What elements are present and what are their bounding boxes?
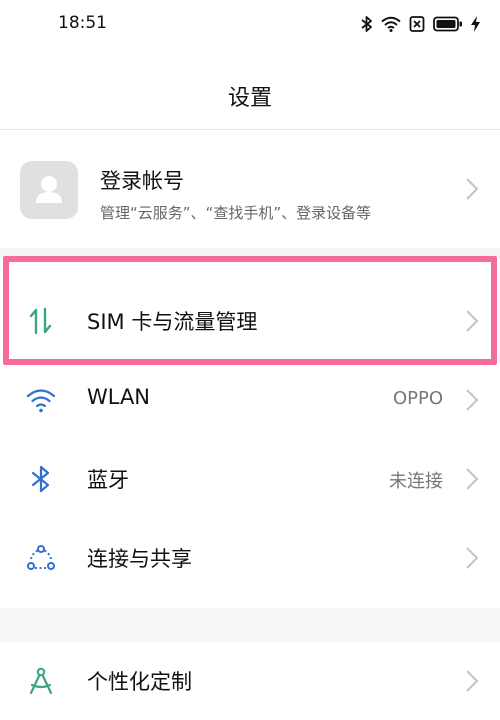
charging-icon [471,16,480,32]
account-title: 登录帐号 [100,169,184,193]
wifi-icon [381,16,401,32]
wifi-icon [26,389,56,413]
settings-item-sim[interactable]: SIM 卡与流量管理 [0,282,500,360]
status-time: 18:51 [58,13,107,33]
data-transfer-icon [29,307,52,335]
section-gap [0,248,500,258]
bluetooth-icon [31,465,50,493]
settings-item-value: OPPO [392,388,443,409]
chevron-right-icon [466,670,479,692]
compass-icon [29,667,53,695]
chevron-right-icon [466,310,479,332]
settings-item-label: WLAN [87,385,151,409]
settings-item-personalize[interactable]: 个性化定制 [0,642,500,720]
bluetooth-icon [361,16,372,32]
no-sim-icon [409,16,425,32]
status-bar: 18:51 [0,0,500,48]
settings-item-bluetooth[interactable]: 蓝牙 未连接 [0,440,500,518]
chevron-right-icon [466,178,479,200]
battery-icon [433,16,462,32]
status-icons [361,14,480,34]
settings-item-label: 蓝牙 [87,468,129,492]
chevron-right-icon [466,468,479,490]
share-nodes-icon [27,545,55,570]
account-row[interactable]: 登录帐号 管理“云服务”、“查找手机”、登录设备等 [0,130,500,248]
avatar-placeholder-icon [20,161,78,219]
settings-item-wlan[interactable]: WLAN OPPO [0,361,500,439]
section-gap [0,608,500,642]
settings-item-label: SIM 卡与流量管理 [87,310,258,334]
settings-item-connection[interactable]: 连接与共享 [0,519,500,597]
page-title: 设置 [227,86,272,111]
account-subtitle: 管理“云服务”、“查找手机”、登录设备等 [100,204,372,222]
chevron-right-icon [466,547,479,569]
settings-item-value: 未连接 [389,471,443,492]
chevron-right-icon [466,389,479,411]
settings-item-label: 连接与共享 [87,547,192,571]
settings-item-label: 个性化定制 [87,670,192,694]
